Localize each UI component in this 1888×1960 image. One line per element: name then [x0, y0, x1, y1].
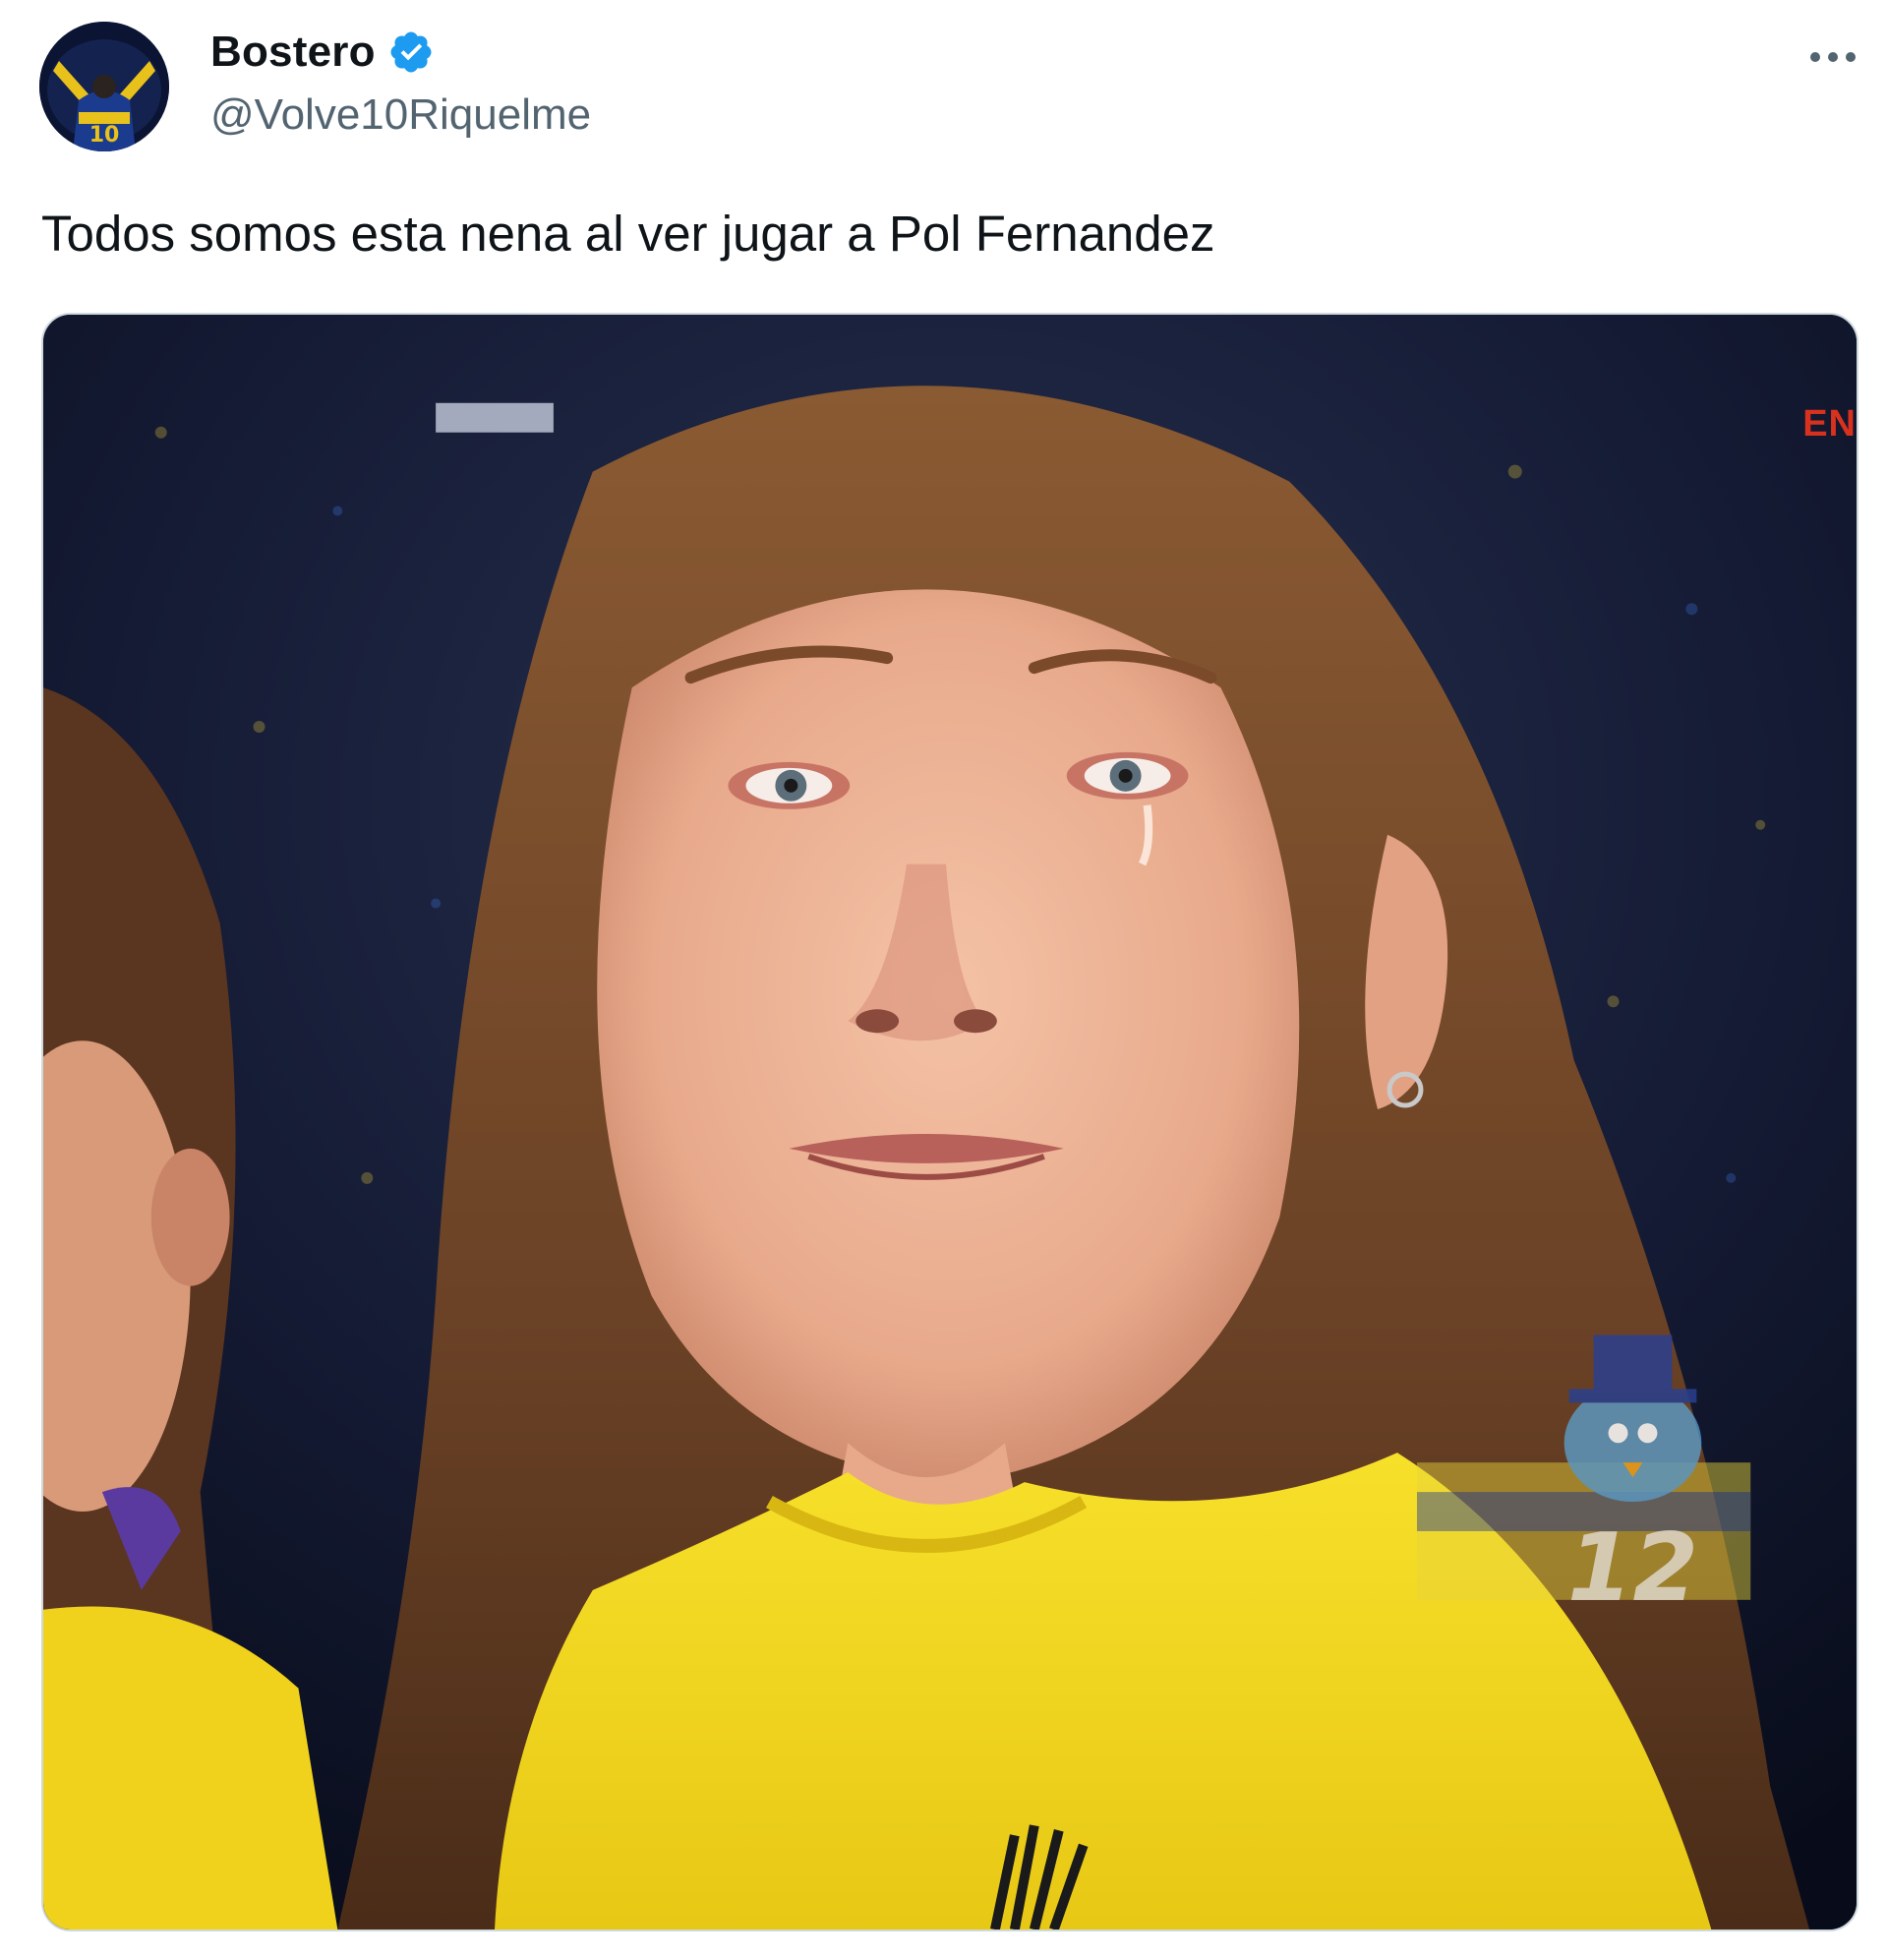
- tweet-media-image[interactable]: 12 EN: [41, 313, 1858, 1931]
- broadcast-corner-text: EN: [1802, 403, 1857, 445]
- more-options-icon: [1810, 52, 1856, 62]
- author-display-name[interactable]: Bostero: [210, 28, 376, 77]
- verified-badge-icon: [387, 29, 435, 76]
- author-name-row: Bostero: [210, 24, 435, 81]
- svg-text:10: 10: [89, 123, 120, 148]
- tweet-text: Todos somos esta nena al ver jugar a Pol…: [41, 206, 1215, 262]
- crying-girl-photo: 12: [43, 315, 1857, 1930]
- avatar-image: 10: [39, 22, 169, 151]
- tweet-card: 10 Bostero @Volve10Riquelme Todos somos …: [0, 0, 1888, 1960]
- author-avatar[interactable]: 10: [39, 22, 169, 151]
- more-options-button[interactable]: [1803, 28, 1862, 87]
- author-handle[interactable]: @Volve10Riquelme: [210, 90, 591, 140]
- watermark-number: 12: [1567, 1513, 1698, 1623]
